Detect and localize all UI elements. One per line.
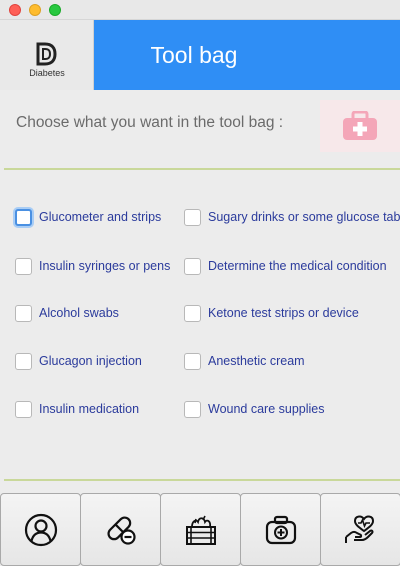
nav-toolbag-button[interactable]: [240, 493, 321, 566]
first-aid-kit-badge: [320, 100, 400, 152]
option-label: Insulin medication: [39, 402, 140, 416]
option-anesthetic-cream[interactable]: Anesthetic cream: [184, 350, 305, 372]
option-wound-care[interactable]: Wound care supplies: [184, 398, 325, 420]
option-glucometer[interactable]: Glucometer and strips: [15, 206, 161, 228]
nav-profile-button[interactable]: [0, 493, 81, 566]
checkbox[interactable]: [15, 304, 32, 322]
diabetes-logo-icon: [36, 42, 57, 66]
option-label: Wound care supplies: [208, 402, 325, 416]
checkbox[interactable]: [184, 257, 201, 275]
checkbox[interactable]: [15, 257, 32, 275]
checkbox[interactable]: [184, 304, 201, 322]
nav-care-button[interactable]: [320, 493, 400, 566]
option-label: Determine the medical condition: [208, 259, 387, 273]
option-sugary-drinks[interactable]: Sugary drinks or some glucose tabl.: [184, 206, 400, 228]
bottom-nav: [0, 493, 400, 566]
food-crate-icon: [185, 515, 216, 545]
minimize-window-button[interactable]: [29, 4, 41, 16]
logo[interactable]: Diabetes: [0, 20, 94, 90]
option-insulin-medication[interactable]: Insulin medication: [15, 398, 139, 420]
option-medical-condition[interactable]: Determine the medical condition: [184, 255, 387, 277]
nav-food-button[interactable]: [160, 493, 241, 566]
option-label: Ketone test strips or device: [208, 306, 359, 320]
option-alcohol-swabs[interactable]: Alcohol swabs: [15, 302, 119, 324]
checkbox[interactable]: [184, 400, 201, 418]
option-label: Glucometer and strips: [39, 210, 162, 224]
medical-kit-icon: [265, 515, 296, 544]
bottom-divider: [4, 479, 400, 481]
checkbox[interactable]: [15, 400, 32, 418]
checkbox[interactable]: [184, 352, 201, 370]
option-insulin-syringes[interactable]: Insulin syringes or pens: [15, 255, 170, 277]
app-header: Diabetes Tool bag: [0, 20, 400, 90]
option-label: Sugary drinks or some glucose tabl.: [208, 210, 400, 224]
instruction-text: Choose what you want in the tool bag :: [16, 114, 284, 131]
option-label: Alcohol swabs: [39, 306, 119, 320]
first-aid-kit-icon: [343, 111, 377, 140]
checkbox[interactable]: [15, 352, 32, 370]
logo-text: Diabetes: [29, 68, 65, 78]
top-divider: [4, 168, 400, 170]
user-profile-icon: [24, 513, 57, 546]
option-glucagon-injection[interactable]: Glucagon injection: [15, 350, 142, 372]
pill-icon: [106, 515, 136, 545]
option-label: Glucagon injection: [39, 354, 142, 368]
maximize-window-button[interactable]: [49, 4, 61, 16]
option-label: Anesthetic cream: [208, 354, 305, 368]
option-label: Insulin syringes or pens: [39, 259, 171, 273]
nav-medication-button[interactable]: [80, 493, 161, 566]
close-window-button[interactable]: [9, 4, 21, 16]
checkbox[interactable]: [15, 208, 32, 226]
header-bar: Tool bag: [94, 20, 400, 90]
checkbox[interactable]: [184, 208, 201, 226]
option-ketone-strips[interactable]: Ketone test strips or device: [184, 302, 359, 324]
heart-hand-icon: [344, 515, 374, 543]
window-titlebar: [0, 0, 400, 20]
page-title: Tool bag: [150, 42, 238, 68]
